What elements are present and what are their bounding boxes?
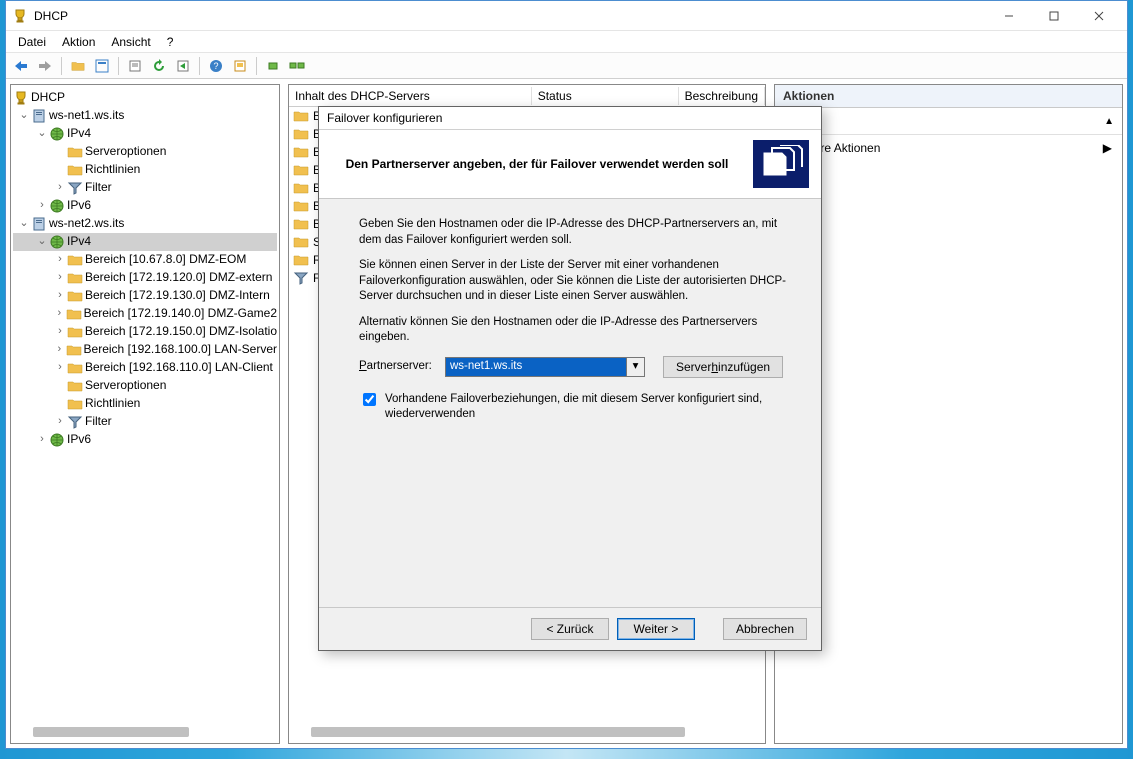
- tree-item[interactable]: Richtlinien: [13, 395, 277, 413]
- list-header: Inhalt des DHCP-Servers Status Beschreib…: [289, 85, 765, 107]
- tree-server-2[interactable]: ⌄ws-net2.ws.its: [13, 215, 277, 233]
- tree-scope[interactable]: ›Bereich [192.168.100.0] LAN-Server: [13, 341, 277, 359]
- tree-item[interactable]: ›Filter: [13, 413, 277, 431]
- refresh-button[interactable]: [148, 55, 170, 77]
- tree-label: IPv6: [67, 431, 91, 448]
- back-button[interactable]: [10, 55, 32, 77]
- tree-scope[interactable]: ›Bereich [10.67.8.0] DMZ-EOM: [13, 251, 277, 269]
- tree-ipv6-2[interactable]: ›IPv6: [13, 431, 277, 449]
- tree-hscroll[interactable]: [15, 725, 275, 741]
- actions-more[interactable]: eitere Aktionen ▶: [775, 135, 1122, 161]
- tree-scope[interactable]: ›Bereich [172.19.150.0] DMZ-Isolatio: [13, 323, 277, 341]
- close-button[interactable]: [1076, 2, 1121, 30]
- dialog-footer: < Zurück Weiter > Abbrechen: [319, 607, 821, 650]
- tool-9[interactable]: [286, 55, 308, 77]
- menu-ansicht[interactable]: Ansicht: [103, 33, 158, 51]
- tree-label: Bereich [10.67.8.0] DMZ-EOM: [85, 251, 246, 268]
- tree-label: Bereich [172.19.150.0] DMZ-Isolatio: [85, 323, 277, 340]
- tree-label: Richtlinien: [85, 161, 140, 178]
- tree-label: Filter: [85, 179, 112, 196]
- tree-scope[interactable]: ›Bereich [172.19.140.0] DMZ-Game2: [13, 305, 277, 323]
- actions-header: Aktionen: [775, 85, 1122, 108]
- partner-value: ws-net1.ws.its: [446, 358, 626, 376]
- tool-8[interactable]: [262, 55, 284, 77]
- tree-item[interactable]: ›Filter: [13, 179, 277, 197]
- dialog-title: Failover konfigurieren: [319, 107, 821, 130]
- tree-server-1[interactable]: ⌄ws-net1.ws.its: [13, 107, 277, 125]
- app-icon: [12, 8, 28, 24]
- tree-root[interactable]: DHCP: [13, 89, 277, 107]
- tool-7[interactable]: [229, 55, 251, 77]
- tree-ipv4-1[interactable]: ⌄IPv4: [13, 125, 277, 143]
- menu-datei[interactable]: Datei: [10, 33, 54, 51]
- back-button[interactable]: < Zurück: [531, 618, 609, 640]
- toolbar: ?: [6, 53, 1127, 79]
- tool-3[interactable]: [124, 55, 146, 77]
- tree-scope[interactable]: ›Bereich [192.168.110.0] LAN-Client: [13, 359, 277, 377]
- reuse-label: Vorhandene Failoverbeziehungen, die mit …: [385, 392, 793, 423]
- tree-root-label: DHCP: [31, 89, 65, 106]
- list-hscroll[interactable]: [293, 725, 761, 741]
- dialog-p2: Sie können einen Server in der Liste der…: [359, 258, 793, 305]
- tree-label: IPv4: [67, 233, 91, 250]
- partner-combo[interactable]: ws-net1.ws.its ▾: [445, 357, 645, 377]
- maximize-button[interactable]: [1031, 2, 1076, 30]
- chevron-down-icon[interactable]: ▾: [626, 358, 644, 376]
- add-server-button[interactable]: Server hinzufügen: [663, 356, 783, 378]
- partner-label: Partnerserver:: [359, 359, 445, 375]
- tree-label: Bereich [172.19.140.0] DMZ-Game2: [84, 305, 277, 322]
- tree-panel: DHCP ⌄ws-net1.ws.its ⌄IPv4 Serveroptione…: [10, 84, 280, 744]
- dialog-headline: Den Partnerserver angeben, der für Failo…: [331, 157, 753, 171]
- dialog-header: Den Partnerserver angeben, der für Failo…: [319, 130, 821, 199]
- tree-label: ws-net2.ws.its: [49, 215, 124, 232]
- tree-scope[interactable]: ›Bereich [172.19.130.0] DMZ-Intern: [13, 287, 277, 305]
- tree-label: Richtlinien: [85, 395, 140, 412]
- tree-label: Filter: [85, 413, 112, 430]
- tree-label: Serveroptionen: [85, 377, 166, 394]
- actions-panel: Aktionen IPv4 ▲ eitere Aktionen ▶: [774, 84, 1123, 744]
- col-2[interactable]: Beschreibung: [679, 87, 765, 105]
- window-title: DHCP: [34, 9, 68, 23]
- chevron-up-icon: ▲: [1104, 116, 1114, 127]
- tree-item[interactable]: Serveroptionen: [13, 377, 277, 395]
- tree-label: Serveroptionen: [85, 143, 166, 160]
- tree-ipv4-2[interactable]: ⌄IPv4: [13, 233, 277, 251]
- reuse-checkbox[interactable]: [363, 393, 376, 406]
- dialog-body: Geben Sie den Hostnamen oder die IP-Adre…: [319, 199, 821, 607]
- tree-label: IPv4: [67, 125, 91, 142]
- tree[interactable]: DHCP ⌄ws-net1.ws.its ⌄IPv4 Serveroptione…: [11, 85, 279, 453]
- tree-item[interactable]: Richtlinien: [13, 161, 277, 179]
- menu-help[interactable]: ?: [159, 33, 182, 51]
- tree-ipv6-1[interactable]: ›IPv6: [13, 197, 277, 215]
- forward-button[interactable]: [34, 55, 56, 77]
- menu-aktion[interactable]: Aktion: [54, 33, 103, 51]
- tree-label: IPv6: [67, 197, 91, 214]
- tool-1[interactable]: [67, 55, 89, 77]
- dialog-p1: Geben Sie den Hostnamen oder die IP-Adre…: [359, 217, 793, 248]
- titlebar: DHCP: [6, 1, 1127, 31]
- menubar: Datei Aktion Ansicht ?: [6, 31, 1127, 53]
- cancel-button[interactable]: Abbrechen: [723, 618, 807, 640]
- tree-item[interactable]: Serveroptionen: [13, 143, 277, 161]
- chevron-right-icon: ▶: [1103, 141, 1112, 155]
- next-button[interactable]: Weiter >: [617, 618, 695, 640]
- tree-label: Bereich [172.19.120.0] DMZ-extern: [85, 269, 272, 286]
- actions-context[interactable]: IPv4 ▲: [775, 108, 1122, 135]
- tree-scope[interactable]: ›Bereich [172.19.120.0] DMZ-extern: [13, 269, 277, 287]
- tree-label: ws-net1.ws.its: [49, 107, 124, 124]
- tree-label: Bereich [172.19.130.0] DMZ-Intern: [85, 287, 270, 304]
- failover-wizard-dialog: Failover konfigurieren Den Partnerserver…: [318, 106, 822, 651]
- tool-5[interactable]: [172, 55, 194, 77]
- dialog-p3: Alternativ können Sie den Hostnamen oder…: [359, 315, 793, 346]
- minimize-button[interactable]: [986, 2, 1031, 30]
- col-1[interactable]: Status: [532, 87, 679, 105]
- svg-text:?: ?: [213, 61, 218, 71]
- wizard-icon: [753, 140, 809, 188]
- col-0[interactable]: Inhalt des DHCP-Servers: [289, 87, 532, 105]
- tree-label: Bereich [192.168.110.0] LAN-Client: [85, 359, 273, 376]
- tool-2[interactable]: [91, 55, 113, 77]
- tree-label: Bereich [192.168.100.0] LAN-Server: [84, 341, 277, 358]
- help-button[interactable]: ?: [205, 55, 227, 77]
